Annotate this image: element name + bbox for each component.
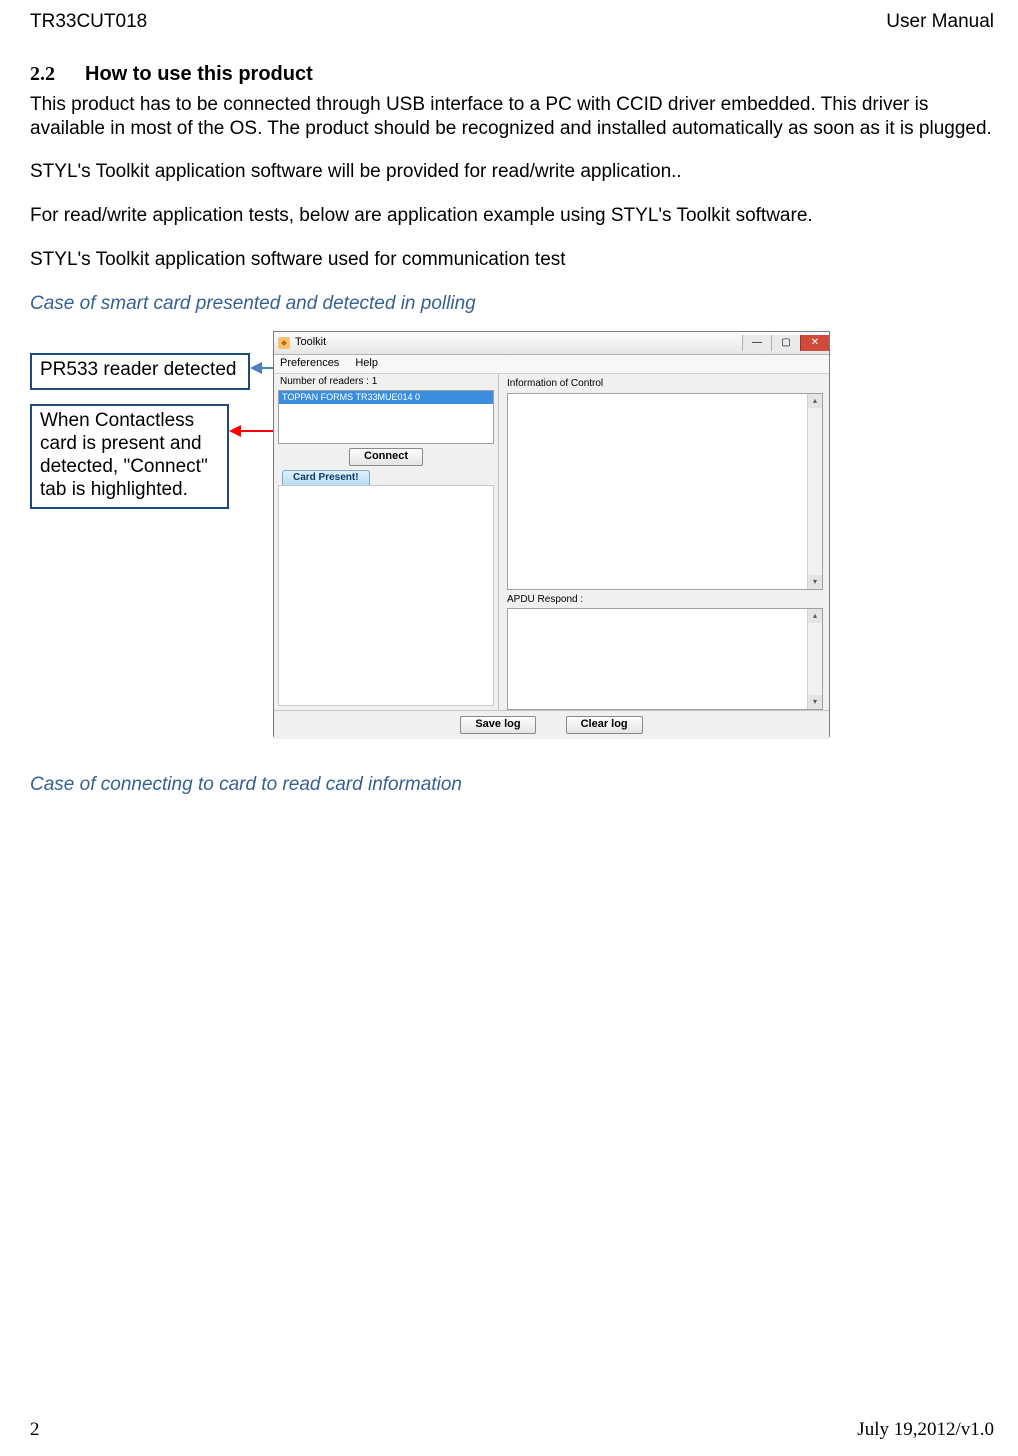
apdu-respond-label: APDU Respond : — [507, 592, 823, 607]
scroll-up-icon[interactable]: ▴ — [808, 394, 822, 408]
footer-version: July 19,2012/v1.0 — [857, 1418, 994, 1442]
scroll-down-icon[interactable]: ▾ — [808, 695, 822, 709]
window-titlebar: Toolkit — ▢ ✕ — [274, 332, 829, 355]
readers-count-label: Number of readers : 1 — [274, 374, 498, 390]
menu-bar: Preferences Help — [274, 355, 829, 374]
reader-list-item[interactable]: TOPPAN FORMS TR33MUE014 0 — [279, 391, 493, 404]
window-maximize-button[interactable]: ▢ — [771, 335, 800, 351]
section-title: How to use this product — [85, 62, 313, 87]
scroll-down-icon[interactable]: ▾ — [808, 575, 822, 589]
paragraph-4: STYL's Toolkit application software used… — [30, 248, 994, 272]
figure-1: PR533 reader detected When Contactless c… — [30, 331, 992, 737]
paragraph-1: This product has to be connected through… — [30, 93, 994, 141]
callout-connect-highlighted: When Contactless card is present and det… — [30, 404, 229, 509]
info-of-control-label: Information of Control — [507, 376, 823, 391]
window-title: Toolkit — [295, 336, 326, 350]
paragraph-2: STYL's Toolkit application software will… — [30, 160, 994, 184]
save-log-button[interactable]: Save log — [460, 716, 535, 734]
apdu-scrollbar[interactable]: ▴ ▾ — [807, 609, 822, 709]
scroll-up-icon[interactable]: ▴ — [808, 609, 822, 623]
app-icon — [278, 337, 290, 349]
menu-preferences[interactable]: Preferences — [280, 357, 339, 371]
card-present-panel — [278, 485, 494, 706]
doc-title: User Manual — [886, 10, 994, 34]
apdu-respond-textarea[interactable]: ▴ ▾ — [507, 608, 823, 710]
section-number: 2.2 — [30, 62, 55, 87]
window-close-button[interactable]: ✕ — [800, 335, 829, 351]
window-minimize-button[interactable]: — — [742, 335, 771, 351]
clear-log-button[interactable]: Clear log — [566, 716, 643, 734]
tab-card-present[interactable]: Card Present! — [282, 470, 370, 486]
menu-help[interactable]: Help — [355, 357, 378, 371]
connect-button[interactable]: Connect — [349, 448, 423, 466]
page-number: 2 — [30, 1418, 40, 1442]
section-heading: 2.2 How to use this product — [30, 62, 994, 87]
doc-id: TR33CUT018 — [30, 10, 147, 34]
info-of-control-textarea[interactable]: ▴ ▾ — [507, 393, 823, 590]
toolkit-screenshot: Toolkit — ▢ ✕ Preferences Help Number of… — [273, 331, 830, 737]
info-scrollbar[interactable]: ▴ ▾ — [807, 394, 822, 589]
paragraph-3: For read/write application tests, below … — [30, 204, 994, 228]
readers-list[interactable]: TOPPAN FORMS TR33MUE014 0 — [278, 390, 494, 444]
case-2-caption: Case of connecting to card to read card … — [30, 773, 994, 797]
case-1-caption: Case of smart card presented and detecte… — [30, 292, 994, 316]
callout-reader-detected: PR533 reader detected — [30, 353, 250, 390]
